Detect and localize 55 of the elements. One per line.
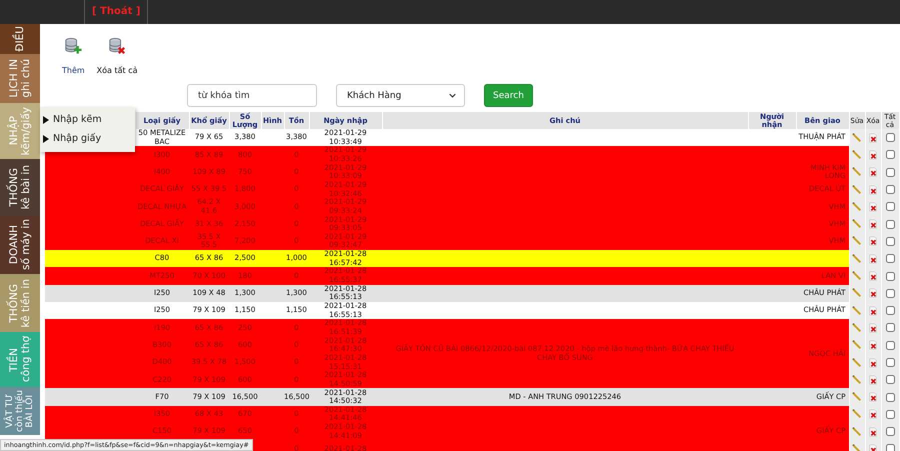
delete-icon[interactable] <box>868 184 878 195</box>
delete-icon[interactable] <box>868 409 878 420</box>
delete-icon[interactable] <box>868 288 878 298</box>
database-delete-icon <box>108 37 126 55</box>
row-checkbox[interactable] <box>886 340 895 350</box>
delete-icon[interactable] <box>868 322 878 333</box>
row-checkbox[interactable] <box>886 236 895 246</box>
row-checkbox[interactable] <box>886 220 895 229</box>
caret-icon <box>43 116 49 124</box>
row-checkbox[interactable] <box>886 168 895 177</box>
delete-icon[interactable] <box>868 271 878 282</box>
row-checkbox[interactable] <box>886 358 895 367</box>
row-checkbox[interactable] <box>886 444 895 451</box>
delete-icon[interactable] <box>868 392 878 402</box>
search-field[interactable]: từ khóa tìm <box>187 84 317 107</box>
database-add-icon <box>64 37 82 55</box>
row-checkbox[interactable] <box>886 150 895 160</box>
row-checkbox[interactable] <box>886 323 895 332</box>
delete-icon[interactable] <box>868 374 878 385</box>
toolbar-button[interactable]: Thêm <box>60 37 87 79</box>
row-checkbox[interactable] <box>886 185 895 194</box>
row-checkbox[interactable] <box>886 410 895 419</box>
menu-item[interactable]: Nhập giấy <box>40 129 135 148</box>
toolbar-button[interactable]: Xóa tất cả <box>94 37 140 79</box>
caret-icon <box>43 134 49 142</box>
delete-icon[interactable] <box>868 132 878 143</box>
sidebar-tab[interactable]: THỐNG kê bài in <box>0 159 40 216</box>
delete-icon[interactable] <box>868 444 878 451</box>
delete-icon[interactable] <box>868 202 878 212</box>
row-checkbox[interactable] <box>886 288 895 298</box>
delete-icon[interactable] <box>868 167 878 178</box>
sidebar-tab[interactable]: ĐIỀU <box>0 24 40 54</box>
sidebar-tab[interactable]: DOANH số máy in <box>0 216 40 274</box>
delete-icon[interactable] <box>868 254 878 264</box>
chevron-down-icon <box>449 93 456 98</box>
row-checkbox[interactable] <box>886 202 895 212</box>
row-checkbox[interactable] <box>886 392 895 402</box>
sidebar-tab[interactable]: VẬT TƯ còn thiếu BÀI LỖI <box>0 387 40 435</box>
delete-icon[interactable] <box>868 219 878 230</box>
delete-icon[interactable] <box>868 236 878 246</box>
menu-item[interactable]: Nhập kẽm <box>40 110 135 129</box>
delete-icon[interactable] <box>868 426 878 437</box>
row-checkbox[interactable] <box>886 375 895 384</box>
row-checkbox[interactable] <box>886 133 895 142</box>
delete-icon[interactable] <box>868 306 878 316</box>
pencil-icon[interactable] <box>852 444 862 451</box>
delete-icon[interactable] <box>868 340 878 350</box>
customer-select[interactable]: Khách Hàng <box>336 84 465 107</box>
sidebar-tab[interactable]: LỊCH IN ghi chú <box>0 54 40 103</box>
row-checkbox[interactable] <box>886 272 895 281</box>
row-checkbox[interactable] <box>886 427 895 436</box>
row-checkbox[interactable] <box>886 254 895 264</box>
delete-icon[interactable] <box>868 150 878 160</box>
delete-icon[interactable] <box>868 358 878 368</box>
row-checkbox[interactable] <box>886 306 895 316</box>
